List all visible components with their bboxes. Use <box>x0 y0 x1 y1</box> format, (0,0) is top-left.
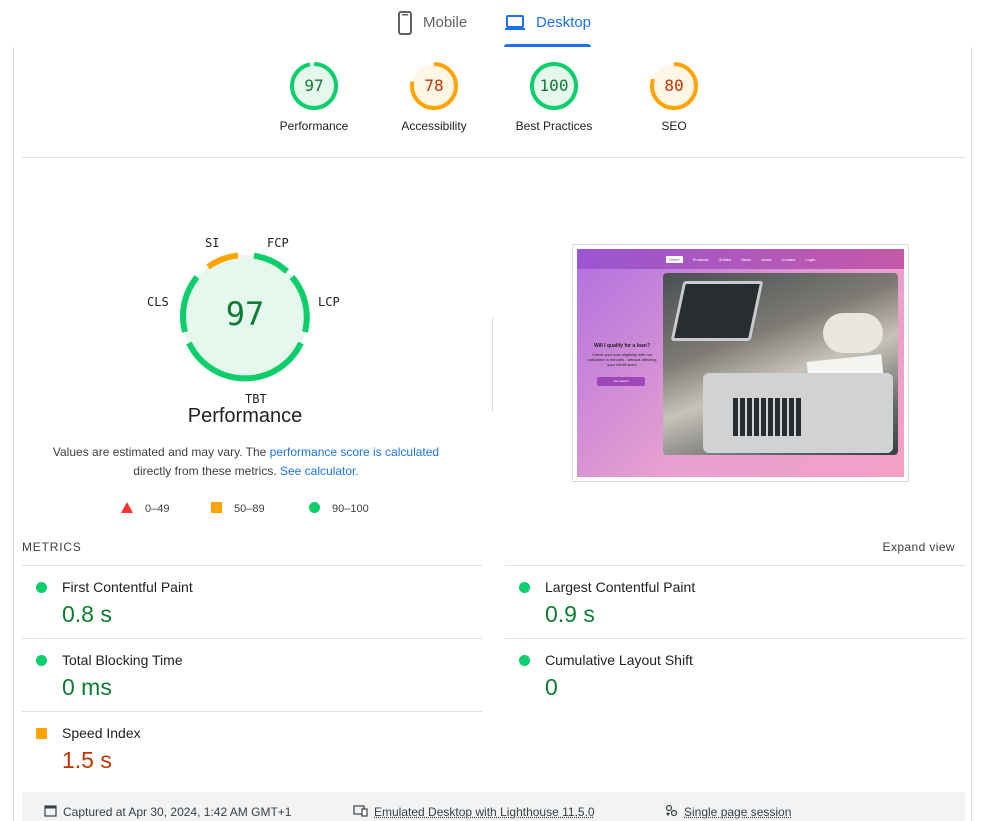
screenshot-button: Get started <box>597 377 645 386</box>
performance-score: 97 <box>225 295 265 333</box>
divider <box>22 157 965 158</box>
tab-mobile-label: Mobile <box>423 14 468 31</box>
calendar-icon <box>44 804 57 820</box>
gauge-score: 100 <box>539 76 569 95</box>
gauge-label: Performance <box>279 119 349 133</box>
arc-label-si: SI <box>205 236 220 250</box>
phone-icon <box>397 10 413 40</box>
arc-label-lcp: LCP <box>318 295 340 309</box>
laptop-icon <box>504 10 526 40</box>
see-calculator-link[interactable]: See calculator. <box>280 464 359 478</box>
circle-icon <box>519 653 530 671</box>
arc-label-fcp: FCP <box>267 236 289 250</box>
gauge-accessibility[interactable]: 78 Accessibility <box>374 61 494 133</box>
score-calculated-link[interactable]: performance score is calculated <box>270 445 439 459</box>
gauge-score: 97 <box>304 76 324 95</box>
circle-icon <box>309 502 320 516</box>
runtime-settings: Captured at Apr 30, 2024, 1:42 AM GMT+1 … <box>22 792 965 821</box>
tab-mobile[interactable]: Mobile <box>397 10 467 47</box>
arc-label-tbt: TBT <box>245 392 267 406</box>
gauge-label: Accessibility <box>401 119 467 133</box>
metric-value: 0 <box>545 674 558 700</box>
legend-fail: 0–49 <box>121 502 169 516</box>
square-icon <box>211 502 222 516</box>
emulated-info[interactable]: Emulated Desktop with Lighthouse 11.5.0 <box>353 804 595 820</box>
metric-value: 0.8 s <box>62 601 112 627</box>
triangle-icon <box>121 502 133 516</box>
arc-label-cls: CLS <box>147 295 169 309</box>
session-icon <box>665 804 678 820</box>
metric-cls: Cumulative Layout Shift 0 <box>505 638 965 711</box>
expand-view-button[interactable]: Expand view <box>883 540 955 554</box>
performance-title: Performance <box>187 405 303 427</box>
legend-average: 50–89 <box>211 502 265 516</box>
circle-icon <box>36 653 47 671</box>
vertical-divider <box>492 317 493 412</box>
final-screenshot[interactable]: Home Products Guides News About Contact … <box>572 244 909 482</box>
session-info[interactable]: Single page session <box>665 804 791 820</box>
gauge-score: 78 <box>424 76 444 95</box>
tab-desktop[interactable]: Desktop <box>504 10 592 47</box>
gauge-label: Best Practices <box>515 119 593 133</box>
screenshot-page: Home Products Guides News About Contact … <box>577 249 904 477</box>
metric-si: Speed Index 1.5 s <box>22 711 482 784</box>
gauge-seo[interactable]: 80 SEO <box>614 61 734 133</box>
metric-value: 0.9 s <box>545 601 595 627</box>
metric-value: 1.5 s <box>62 747 112 773</box>
square-icon <box>36 726 47 744</box>
gauge-score: 80 <box>664 76 684 95</box>
tab-desktop-label: Desktop <box>536 14 592 31</box>
category-scores: 97 Performance 78 Accessibility 100 Best… <box>14 61 973 151</box>
device-tabs: Mobile Desktop <box>0 0 984 47</box>
circle-icon <box>519 580 530 598</box>
circle-icon <box>36 580 47 598</box>
legend-pass: 90–100 <box>309 502 369 516</box>
screenshot-hero-text: Will I qualify for a loan? Check your lo… <box>587 343 657 368</box>
metric-tbt: Total Blocking Time 0 ms <box>22 638 482 711</box>
metric-value: 0 ms <box>62 674 112 700</box>
metrics-header: METRICS <box>22 540 82 554</box>
gauge-best-practices[interactable]: 100 Best Practices <box>494 61 614 133</box>
metric-fcp: First Contentful Paint 0.8 s <box>22 565 482 638</box>
metric-lcp: Largest Contentful Paint 0.9 s <box>505 565 965 638</box>
captured-info: Captured at Apr 30, 2024, 1:42 AM GMT+1 <box>44 804 291 820</box>
report-card: 97 Performance 78 Accessibility 100 Best… <box>13 47 972 821</box>
gauge-performance[interactable]: 97 Performance <box>254 61 374 133</box>
screenshot-photo <box>663 273 898 455</box>
performance-description: Values are estimated and may vary. The p… <box>52 445 440 478</box>
gauge-label: SEO <box>661 119 687 133</box>
screenshot-nav: Home Products Guides News About Contact … <box>577 249 904 269</box>
devices-icon <box>353 804 368 820</box>
